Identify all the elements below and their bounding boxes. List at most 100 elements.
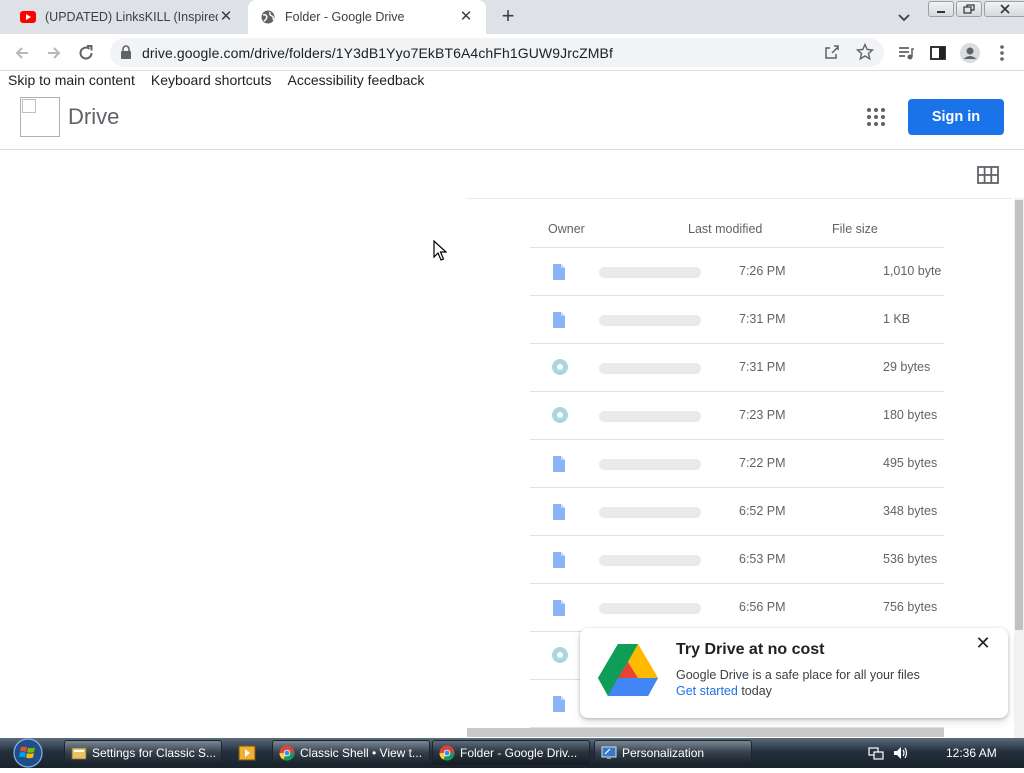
file-size-cell: 1 KB	[883, 312, 911, 326]
last-modified-cell: 6:52 PM	[739, 504, 786, 518]
taskbar-button-google-drive[interactable]: Folder - Google Driv...	[432, 740, 590, 766]
forward-arrow-icon[interactable]	[43, 42, 65, 64]
share-icon[interactable]	[824, 44, 840, 65]
system-tray: 12:36 AM	[858, 738, 1024, 768]
reload-icon[interactable]	[75, 42, 97, 64]
profile-avatar-icon[interactable]	[959, 42, 981, 64]
doc-icon	[552, 600, 566, 616]
doc-icon	[552, 504, 566, 520]
table-row[interactable]: 7:26 PM 1,010 byte	[530, 248, 944, 296]
scrollbar-thumb[interactable]	[1015, 200, 1023, 630]
volume-icon[interactable]	[892, 745, 908, 766]
owner-placeholder	[599, 411, 701, 422]
promo-title: Try Drive at no cost	[676, 641, 825, 658]
media-control-icon[interactable]	[895, 42, 917, 64]
get-started-link[interactable]: Get started	[676, 684, 738, 698]
kebab-menu-icon[interactable]	[991, 42, 1013, 64]
doc-icon	[552, 312, 566, 328]
last-modified-cell: 6:56 PM	[739, 600, 786, 614]
taskbar-button-label: Classic Shell • View t...	[300, 746, 423, 760]
window-close-icon[interactable]	[984, 1, 1024, 17]
horizontal-scrollbar[interactable]	[467, 728, 944, 737]
table-row[interactable]: 6:53 PM 536 bytes	[530, 536, 944, 584]
vertical-scrollbar[interactable]	[1014, 198, 1024, 738]
bookmark-star-icon[interactable]	[855, 42, 875, 66]
close-tab-icon[interactable]: ✕	[218, 9, 234, 25]
owner-placeholder	[599, 507, 701, 518]
browser-tab-strip: (UPDATED) LinksKILL (Inspired By ✕ Folde…	[0, 0, 1024, 34]
media-player-icon[interactable]	[238, 744, 256, 762]
restore-icon[interactable]	[956, 1, 982, 17]
last-modified-cell: 7:22 PM	[739, 456, 786, 470]
owner-placeholder	[599, 459, 701, 470]
doc-icon	[552, 696, 566, 712]
network-icon[interactable]	[868, 745, 884, 766]
file-size-cell: 1,010 byte	[883, 264, 942, 278]
column-header-file-size[interactable]: File size	[832, 222, 878, 236]
taskbar-clock[interactable]: 12:36 AM	[946, 746, 997, 760]
chrome-icon	[279, 745, 295, 761]
try-drive-promo-card: Try Drive at no cost Google Drive is a s…	[580, 628, 1008, 718]
table-row[interactable]: 7:23 PM 180 bytes	[530, 392, 944, 440]
tab-title: (UPDATED) LinksKILL (Inspired By	[45, 10, 218, 24]
address-bar[interactable]: drive.google.com/drive/folders/1Y3dB1Yyo…	[110, 38, 884, 67]
sign-in-button[interactable]: Sign in	[908, 99, 1004, 135]
promo-description: Google Drive is a safe place for all you…	[676, 668, 920, 682]
lock-icon	[120, 45, 132, 64]
mouse-cursor-icon	[433, 239, 448, 262]
file-size-cell: 348 bytes	[883, 504, 938, 518]
grid-view-icon[interactable]	[977, 166, 999, 184]
table-row[interactable]: 7:31 PM 1 KB	[530, 296, 944, 344]
start-orb-icon[interactable]	[10, 737, 46, 768]
google-drive-logo-icon	[598, 642, 658, 696]
taskbar-button-classic-shell-settings[interactable]: Settings for Classic S...	[64, 740, 222, 766]
personalization-icon	[601, 745, 617, 761]
browser-toolbar: drive.google.com/drive/folders/1Y3dB1Yyo…	[0, 34, 1024, 71]
circle-file-icon	[552, 647, 568, 663]
column-header-last-modified[interactable]: Last modified	[688, 222, 762, 236]
promo-cta-suffix: today	[737, 684, 772, 698]
url-text: drive.google.com/drive/folders/1Y3dB1Yyo…	[142, 45, 613, 61]
taskbar-button-label: Personalization	[622, 746, 705, 760]
last-modified-cell: 7:31 PM	[739, 312, 786, 326]
table-row[interactable]: 6:52 PM 348 bytes	[530, 488, 944, 536]
taskbar-button-personalization[interactable]: Personalization	[594, 740, 752, 766]
circle-file-icon	[552, 359, 568, 375]
tab-title: Folder - Google Drive	[285, 10, 405, 24]
close-tab-icon[interactable]: ✕	[458, 9, 474, 25]
tab-google-drive[interactable]: Folder - Google Drive ✕	[248, 0, 486, 34]
doc-icon	[552, 552, 566, 568]
tab-search-chevron-icon[interactable]	[896, 9, 912, 25]
close-promo-icon[interactable]: ✕	[974, 634, 992, 652]
accessibility-feedback-link[interactable]: Accessibility feedback	[287, 72, 424, 90]
owner-placeholder	[599, 363, 701, 374]
file-size-cell: 495 bytes	[883, 456, 938, 470]
last-modified-cell: 7:23 PM	[739, 408, 786, 422]
doc-icon	[552, 456, 566, 472]
drive-header: Drive Sign in	[0, 90, 1024, 150]
skip-to-main-link[interactable]: Skip to main content	[8, 72, 135, 90]
taskbar-button-label: Folder - Google Driv...	[460, 746, 578, 760]
table-row[interactable]: 7:31 PM 29 bytes	[530, 344, 944, 392]
table-row[interactable]: 7:22 PM 495 bytes	[530, 440, 944, 488]
table-row[interactable]: 6:56 PM 756 bytes	[530, 584, 944, 632]
apps-grid-icon[interactable]	[866, 107, 886, 127]
column-header-owner[interactable]: Owner	[548, 222, 585, 236]
folder-settings-icon	[71, 745, 87, 761]
taskbar-button-classic-shell-forum[interactable]: Classic Shell • View t...	[272, 740, 430, 766]
minimize-icon[interactable]	[928, 1, 954, 17]
taskbar-button-label: Settings for Classic S...	[92, 746, 217, 760]
last-modified-cell: 7:26 PM	[739, 264, 786, 278]
tab-youtube[interactable]: (UPDATED) LinksKILL (Inspired By ✕	[8, 0, 246, 34]
keyboard-shortcuts-link[interactable]: Keyboard shortcuts	[151, 72, 272, 90]
window-controls	[928, 1, 1024, 17]
drive-logo-broken-image[interactable]	[20, 97, 60, 137]
windows-taskbar: Settings for Classic S... Classic Shell …	[0, 738, 1024, 768]
circle-file-icon	[552, 407, 568, 423]
owner-placeholder	[599, 555, 701, 566]
chrome-icon	[439, 745, 455, 761]
back-arrow-icon[interactable]	[11, 42, 33, 64]
side-panel-icon[interactable]	[927, 42, 949, 64]
file-size-cell: 29 bytes	[883, 360, 931, 374]
new-tab-icon[interactable]: +	[498, 5, 518, 27]
